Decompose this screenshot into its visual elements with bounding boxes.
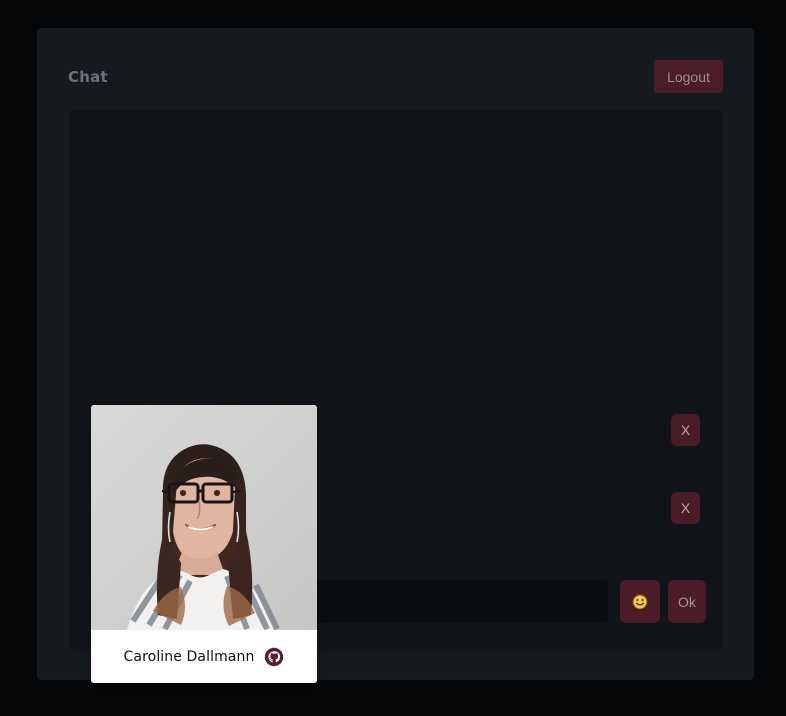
- logout-button[interactable]: Logout: [654, 60, 723, 93]
- close-button[interactable]: X: [671, 492, 700, 524]
- ok-button[interactable]: Ok: [668, 580, 706, 623]
- profile-name: Caroline Dallmann: [123, 648, 255, 665]
- profile-footer: Caroline Dallmann: [91, 630, 317, 683]
- profile-card: Caroline Dallmann: [91, 405, 317, 683]
- emoji-button[interactable]: [620, 580, 660, 623]
- app-background: Chat Logout X X Ok Caroline Dallmann: [0, 0, 786, 716]
- chat-title: Chat: [68, 68, 108, 86]
- close-button[interactable]: X: [671, 414, 700, 446]
- github-icon[interactable]: [264, 647, 284, 667]
- emoji-icon: [632, 594, 648, 609]
- profile-photo: [91, 405, 317, 630]
